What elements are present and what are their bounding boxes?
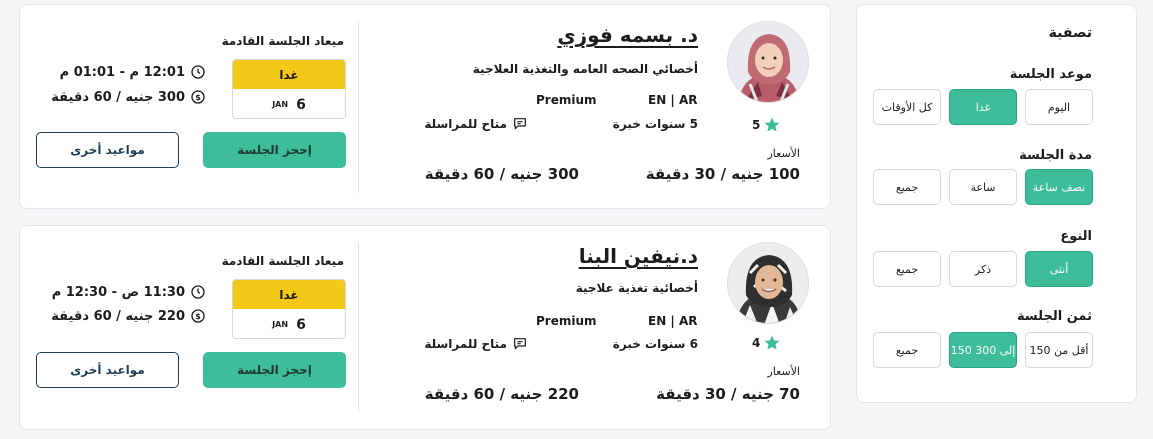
time-range: 12:01 م - 01:01 م (59, 64, 185, 80)
session-price: 300 جنيه / 60 دقيقة (51, 89, 185, 105)
price-60-min: 300 جنيه / 60 دقيقة (424, 165, 579, 183)
session-time-label: موعد الجلسة (1009, 67, 1092, 82)
doctor-languages: EN | AR (648, 93, 698, 107)
chip-session-today[interactable]: اليوم (1025, 89, 1093, 125)
chip-session-all[interactable]: كل الأوقات (873, 89, 941, 125)
messaging-label: متاح للمراسلة (424, 117, 507, 131)
svg-text:$: $ (195, 93, 201, 102)
doctor-card: د. بسمه فوزي أخصائي الصحه العامه والتغذي… (19, 4, 831, 209)
date-month: JAN (272, 100, 289, 109)
doctor-specialty: أخصائي الصحه العامه والتغذية العلاجية (472, 62, 698, 76)
dollar-circle-icon: $ (190, 308, 206, 324)
price-30-min: 100 جنيه / 30 دقيقة (645, 165, 800, 183)
chat-icon (512, 336, 528, 352)
doctor-tier: Premium (536, 314, 597, 328)
date-day: 6 (296, 316, 306, 333)
dollar-circle-icon: $ (190, 89, 206, 105)
chip-price-150-300[interactable]: 150 إلى 300 (949, 332, 1017, 368)
date-day-label: غدا (233, 280, 345, 309)
clock-icon (190, 64, 206, 80)
filter-title: تصفية (1048, 25, 1092, 41)
messaging-availability: متاح للمراسلة (424, 116, 528, 132)
doctor-experience: 6 سنوات خبرة (612, 337, 698, 351)
star-icon (763, 116, 781, 134)
next-session-price: $ 300 جنيه / 60 دقيقة (51, 89, 206, 105)
doctor-card: د.نيفين البنا أخصائية تغذية علاجية EN | … (19, 225, 831, 430)
star-icon (763, 334, 781, 352)
messaging-availability: متاح للمراسلة (424, 336, 528, 352)
next-session-price: $ 220 جنيه / 60 دقيقة (51, 308, 206, 324)
chip-duration-all[interactable]: جميع (873, 169, 941, 205)
rating-value: 5 (752, 118, 761, 132)
chip-gender-female[interactable]: أنثى (1025, 251, 1093, 287)
price-label: ثمن الجلسة (1017, 309, 1092, 324)
chip-price-under-150[interactable]: أقل من 150 (1025, 332, 1093, 368)
chip-duration-half-hour[interactable]: نصف ساعة (1025, 169, 1093, 205)
doctor-rating: 4 (752, 334, 781, 352)
svg-text:$: $ (195, 312, 201, 321)
prices-label: الأسعار (767, 147, 800, 160)
next-session-date: غدا JAN 6 (232, 279, 346, 339)
book-session-button[interactable]: إحجز الجلسة (203, 352, 346, 388)
price-60-min: 220 جنيه / 60 دقيقة (424, 385, 579, 403)
next-session-label: ميعاد الجلسة القادمة (221, 254, 344, 268)
other-appointments-button[interactable]: مواعيد أخرى (36, 132, 179, 168)
date-day: 6 (296, 96, 306, 113)
doctor-avatar[interactable] (727, 242, 809, 324)
chip-price-all[interactable]: جميع (873, 332, 941, 368)
date-day-label: غدا (233, 60, 345, 89)
doctor-experience: 5 سنوات خبرة (612, 117, 698, 131)
next-session-time: 12:01 م - 01:01 م (60, 64, 206, 80)
rating-value: 4 (752, 336, 761, 350)
duration-label: مدة الجلسة (1019, 148, 1092, 163)
date-month: JAN (272, 320, 289, 329)
clock-icon (190, 284, 206, 300)
filter-panel: تصفية موعد الجلسة اليوم غدا كل الأوقات م… (856, 4, 1137, 403)
chip-gender-male[interactable]: ذكر (949, 251, 1017, 287)
next-session-label: ميعاد الجلسة القادمة (221, 34, 344, 48)
chat-icon (512, 116, 528, 132)
card-divider (358, 21, 359, 193)
doctor-name[interactable]: د.نيفين البنا (579, 244, 698, 268)
chip-session-tomorrow[interactable]: غدا (949, 89, 1017, 125)
next-session-time: 11:30 ص - 12:30 م (52, 284, 206, 300)
chip-gender-all[interactable]: جميع (873, 251, 941, 287)
doctor-tier: Premium (536, 93, 597, 107)
book-session-button[interactable]: إحجز الجلسة (203, 132, 346, 168)
next-session-date: غدا JAN 6 (232, 59, 346, 119)
session-price: 220 جنيه / 60 دقيقة (51, 308, 185, 324)
messaging-label: متاح للمراسلة (424, 337, 507, 351)
doctor-name[interactable]: د. بسمه فوزي (557, 23, 698, 47)
card-divider (358, 242, 359, 412)
chip-duration-hour[interactable]: ساعة (949, 169, 1017, 205)
prices-label: الأسعار (767, 365, 800, 378)
doctor-specialty: أخصائية تغذية علاجية (575, 281, 698, 295)
gender-label: النوع (1060, 229, 1092, 244)
time-range: 11:30 ص - 12:30 م (51, 284, 185, 300)
price-30-min: 70 جنيه / 30 دقيقة (656, 385, 800, 403)
doctor-languages: EN | AR (648, 314, 698, 328)
doctor-avatar[interactable] (727, 21, 809, 103)
other-appointments-button[interactable]: مواعيد أخرى (36, 352, 179, 388)
doctor-rating: 5 (752, 116, 781, 134)
